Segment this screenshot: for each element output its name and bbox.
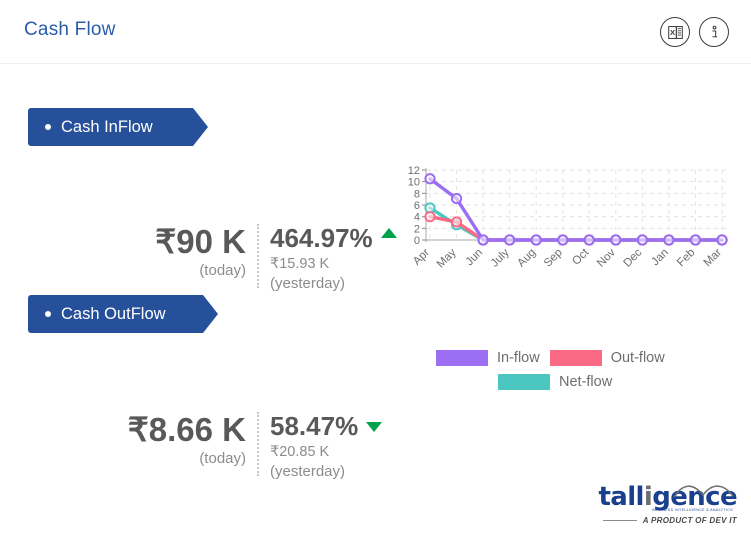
legend-swatch	[498, 374, 550, 390]
header-actions: X	[660, 17, 729, 47]
svg-text:Jun: Jun	[464, 247, 486, 269]
ribbon-cash-inflow[interactable]: Cash InFlow	[28, 108, 208, 146]
legend-item-inflow[interactable]: In-flow	[436, 350, 540, 366]
svg-text:10: 10	[408, 177, 420, 189]
legend-swatch	[549, 350, 602, 366]
bullet-icon	[45, 311, 51, 317]
app-header: Cash Flow X	[0, 0, 751, 64]
svg-text:Apr: Apr	[411, 247, 432, 268]
dashboard-content: Cash InFlow ₹90 K (today) 464.97% ₹15.93…	[0, 64, 751, 533]
kpi-previous-value: ₹15.93 K	[270, 256, 330, 272]
kpi-cash-inflow: ₹90 K (today) 464.97% ₹15.93 K (yesterda…	[60, 224, 397, 294]
legend-item-netflow[interactable]: Net-flow	[498, 374, 612, 390]
chart-canvas: 121086420Apr May Jun July Aug Sep Oct Nov Dec Jan…	[408, 165, 728, 270]
svg-text:0: 0	[414, 235, 420, 247]
kpi-previous-period-label: (yesterday)	[270, 463, 346, 480]
logo-rule	[602, 520, 637, 521]
kpi-percent-change: 58.47%	[270, 411, 359, 441]
svg-text:8: 8	[414, 188, 420, 200]
legend-item-outflow[interactable]: Out-flow	[549, 350, 665, 366]
svg-text:July: July	[489, 246, 512, 269]
svg-text:Feb: Feb	[675, 247, 698, 270]
logo-word-part2: i	[643, 482, 653, 512]
svg-text:2: 2	[414, 223, 420, 235]
svg-text:Oct: Oct	[570, 246, 592, 268]
bullet-icon	[45, 124, 51, 130]
svg-text:12: 12	[408, 165, 420, 177]
logo-subtitle-row: A PRODUCT OF DEV IT	[597, 516, 737, 525]
kpi-comparison-block: 58.47% ₹20.85 K (yesterday)	[259, 411, 383, 482]
legend-swatch	[436, 350, 488, 366]
legend-label: Net-flow	[559, 374, 613, 390]
kpi-percent-change: 464.97%	[270, 223, 373, 253]
kpi-period-label: (today)	[199, 450, 246, 467]
ribbon-cash-outflow[interactable]: Cash OutFlow	[28, 295, 218, 333]
logo-word-part1: tall	[598, 482, 644, 512]
legend-label: In-flow	[497, 350, 540, 366]
kpi-period-label: (today)	[199, 262, 246, 279]
excel-export-icon[interactable]: X	[660, 17, 690, 47]
kpi-comparison-block: 464.97% ₹15.93 K (yesterday)	[259, 224, 397, 294]
svg-text:Dec: Dec	[622, 246, 645, 269]
kpi-today-block: ₹8.66 K (today)	[60, 412, 257, 469]
svg-text:4: 4	[414, 212, 420, 224]
svg-text:6: 6	[414, 200, 420, 212]
cash-flow-line-chart[interactable]: 12 10 8 6 4 2 0 Apr May Jun July Aug Sep Oct Nov Dec Jan…	[388, 162, 733, 342]
trend-down-icon	[366, 422, 383, 432]
page-title: Cash Flow	[24, 19, 116, 40]
kpi-previous-value: ₹20.85 K	[270, 444, 330, 460]
ribbon-label: Cash OutFlow	[61, 304, 166, 323]
svg-text:May: May	[435, 246, 459, 270]
svg-text:Aug: Aug	[515, 247, 538, 270]
svg-text:X: X	[669, 28, 675, 37]
ribbon-label: Cash InFlow	[61, 117, 153, 136]
kpi-value: ₹8.66 K	[127, 411, 246, 448]
info-icon[interactable]	[699, 17, 729, 47]
logo-arc-icon	[673, 485, 734, 498]
svg-text:Mar: Mar	[702, 247, 725, 270]
svg-text:Nov: Nov	[595, 246, 618, 269]
kpi-previous-period-label: (yesterday)	[270, 275, 346, 292]
svg-text:Jan: Jan	[649, 247, 671, 269]
legend-label: Out-flow	[610, 350, 665, 366]
svg-text:Sep: Sep	[542, 247, 565, 270]
chart-legend: In-flow Out-flow Net-flow	[436, 350, 736, 398]
kpi-cash-outflow: ₹8.66 K (today) 58.47% ₹20.85 K (yesterd…	[60, 411, 383, 482]
kpi-value: ₹90 K	[155, 223, 246, 260]
kpi-today-block: ₹90 K (today)	[60, 224, 257, 281]
talligence-logo: talligence BUSINESS INTELLIGENCE & ANALY…	[597, 484, 737, 525]
logo-subtitle: A PRODUCT OF DEV IT	[642, 516, 737, 525]
